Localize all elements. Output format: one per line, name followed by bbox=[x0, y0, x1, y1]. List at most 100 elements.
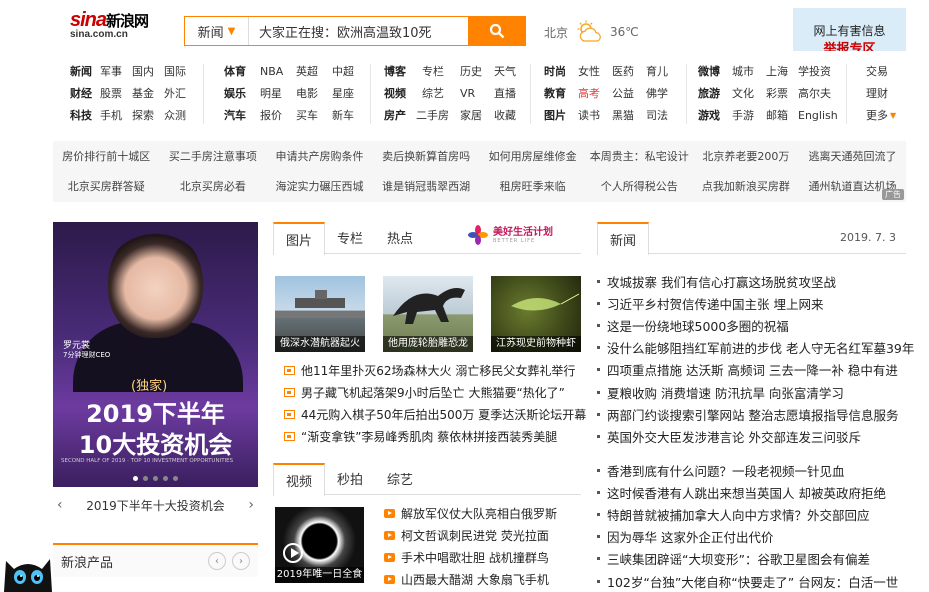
nav-link[interactable]: VR bbox=[460, 87, 494, 100]
nav-link[interactable]: 医药 bbox=[612, 63, 646, 79]
tab-photos[interactable]: 图片 bbox=[273, 221, 326, 255]
nav-link[interactable]: 电影 bbox=[296, 85, 332, 101]
tab-video[interactable]: 视频 bbox=[273, 462, 326, 496]
nav-link[interactable]: English bbox=[798, 109, 838, 122]
nav-link[interactable]: 新闻 bbox=[70, 63, 96, 79]
hot-link[interactable]: 本周贵主：私宅设计 bbox=[586, 148, 693, 164]
nav-link[interactable]: 科技 bbox=[70, 107, 96, 123]
hot-link[interactable]: 逃离天通苑回流了 bbox=[799, 148, 906, 164]
search-button[interactable] bbox=[468, 17, 525, 45]
list-item[interactable]: 香港到底有什么问题？一段老视频一针见血 bbox=[597, 459, 898, 481]
nav-link[interactable]: 基金 bbox=[128, 85, 160, 101]
nav-link[interactable]: 房产 bbox=[384, 107, 416, 123]
nav-link[interactable]: 二手房 bbox=[416, 107, 460, 123]
photo-thumb[interactable]: 江苏现史前物种虾 bbox=[491, 276, 581, 352]
weather-widget[interactable]: 北京 36℃ bbox=[544, 20, 639, 44]
list-item[interactable]: 攻城拔寨 我们有信心打赢这场脱贫攻坚战 bbox=[597, 270, 914, 292]
nav-link[interactable]: 星座 bbox=[332, 85, 362, 101]
list-item[interactable]: 这是一份绕地球5000多圈的祝福 bbox=[597, 314, 914, 336]
nav-link[interactable]: 游戏 bbox=[698, 107, 732, 123]
nav-link[interactable]: 手机 bbox=[96, 107, 128, 123]
list-item[interactable]: 这时候香港有人跳出来想当英国人 却被英政府拒绝 bbox=[597, 481, 898, 503]
hot-link[interactable]: 买二手房注意事项 bbox=[160, 148, 267, 164]
nav-link[interactable]: 交易 bbox=[866, 63, 888, 79]
hot-link[interactable]: 海淀实力碾压西城 bbox=[266, 178, 373, 194]
list-item[interactable]: 因为辱华 这家外企正付出代价 bbox=[597, 526, 898, 548]
nav-link[interactable]: 高考 bbox=[578, 85, 612, 101]
hot-link[interactable]: 申请共产房购条件 bbox=[266, 148, 373, 164]
list-item[interactable]: 手术中唱歌壮胆 战机撞群鸟 bbox=[384, 546, 557, 568]
sina-logo[interactable]: sina新浪网 sina.com.cn bbox=[70, 9, 165, 51]
nav-link[interactable]: 读书 bbox=[578, 107, 612, 123]
tab-variety[interactable]: 综艺 bbox=[375, 463, 425, 495]
nav-link[interactable]: 军事 bbox=[96, 63, 128, 79]
nav-link[interactable]: 外汇 bbox=[160, 85, 190, 101]
nav-link[interactable]: 家居 bbox=[460, 107, 494, 123]
list-item[interactable]: 夏粮收购 消费增速 防汛抗旱 向张富清学习 bbox=[597, 381, 914, 403]
carousel-dot[interactable] bbox=[163, 476, 168, 481]
nav-link[interactable]: 国内 bbox=[128, 63, 160, 79]
nav-link[interactable]: 女性 bbox=[578, 63, 612, 79]
nav-link[interactable]: 邮箱 bbox=[766, 107, 798, 123]
nav-link[interactable]: 收藏 bbox=[494, 107, 524, 123]
nav-link[interactable]: 汽车 bbox=[224, 107, 260, 123]
nav-link[interactable]: 教育 bbox=[544, 85, 578, 101]
chevron-right-icon[interactable]: › bbox=[248, 497, 254, 513]
list-item[interactable]: 他11年里扑灭62场森林大火 溺亡移民父女葬礼举行 bbox=[284, 359, 586, 381]
list-item[interactable]: 四项重点措施 达沃斯 高频词 三去一降一补 稳中有进 bbox=[597, 359, 914, 381]
nav-link[interactable]: 报价 bbox=[260, 107, 296, 123]
nav-link[interactable]: 综艺 bbox=[422, 85, 460, 101]
list-item[interactable]: 两部门约谈搜索引擎网站 整治志愿填报指导信息服务 bbox=[597, 403, 914, 425]
carousel-dot[interactable] bbox=[143, 476, 148, 481]
nav-link[interactable]: 明星 bbox=[260, 85, 296, 101]
nav-link[interactable]: 旅游 bbox=[698, 85, 732, 101]
nav-link[interactable]: 买车 bbox=[296, 107, 332, 123]
hot-link[interactable]: 如何用房屋维修金 bbox=[479, 148, 586, 164]
video-thumb[interactable]: 2019年唯一日全食 bbox=[275, 507, 364, 583]
nav-link[interactable]: 财经 bbox=[70, 85, 96, 101]
list-item[interactable]: 习近平乡村贺信传递中国主张 埋上网来 bbox=[597, 292, 914, 314]
nav-link[interactable]: 博客 bbox=[384, 63, 422, 79]
nav-link[interactable]: 手游 bbox=[732, 107, 766, 123]
list-item[interactable]: 英国外交大臣发涉港言论 外交部连发三问驳斥 bbox=[597, 425, 914, 447]
list-item[interactable]: 没什么能够阻挡红军前进的步伐 老人守无名红军墓39年 bbox=[597, 337, 914, 359]
nav-link[interactable]: 新车 bbox=[332, 107, 362, 123]
list-item[interactable]: 男子藏飞机起落架9小时后坠亡 大熊猫要“热化了” bbox=[284, 381, 586, 403]
carousel-dot[interactable] bbox=[153, 476, 158, 481]
list-item[interactable]: 102岁“台独”大佬自称“快要走了” 台网友：白活一世 bbox=[597, 570, 898, 592]
chevron-left-icon[interactable]: ‹ bbox=[57, 497, 63, 513]
list-item[interactable]: 三峡集团辟谣“大坝变形”：谷歌卫星图会有偏差 bbox=[597, 548, 898, 570]
banner-ad-values[interactable]: 核心价值观公益广告 bbox=[699, 8, 787, 51]
photo-thumb[interactable]: 他用庞轮胎雕恐龙 bbox=[383, 276, 473, 352]
nav-link[interactable]: 图片 bbox=[544, 107, 578, 123]
list-item[interactable]: 山西最大醋湖 大象扇飞手机 bbox=[384, 568, 557, 590]
hot-link[interactable]: 北京买房必看 bbox=[160, 178, 267, 194]
nav-link[interactable]: 娱乐 bbox=[224, 85, 260, 101]
nav-link[interactable]: 体育 bbox=[224, 63, 260, 79]
nav-link[interactable]: 彩票 bbox=[766, 85, 798, 101]
black-cat-mascot-icon[interactable] bbox=[0, 545, 56, 592]
nav-link[interactable]: 黑猫 bbox=[612, 107, 646, 123]
nav-link[interactable]: 英超 bbox=[296, 63, 332, 79]
tab-news[interactable]: 新闻 bbox=[597, 222, 650, 255]
list-item[interactable]: 柯文哲讽刺民进党 荧光拉面 bbox=[384, 524, 557, 546]
nav-link[interactable]: 历史 bbox=[460, 63, 494, 79]
nav-link[interactable]: 佛学 bbox=[646, 85, 676, 101]
hot-link[interactable]: 北京养老要200万 bbox=[693, 148, 800, 164]
nav-link[interactable]: 城市 bbox=[732, 63, 766, 79]
list-item[interactable]: 44元购入棋子50年后拍出500万 夏季达沃斯论坛开幕 bbox=[284, 403, 586, 425]
hot-link[interactable]: 谁是销冠翡翠西湖 bbox=[373, 178, 480, 194]
hot-link[interactable]: 房价排行前十城区 bbox=[53, 148, 160, 164]
hot-link[interactable]: 个人所得税公告 bbox=[586, 178, 693, 194]
nav-link[interactable]: 学投资 bbox=[798, 63, 838, 79]
search-input[interactable] bbox=[249, 17, 468, 45]
nav-link[interactable]: 育儿 bbox=[646, 63, 676, 79]
nav-link[interactable]: 直播 bbox=[494, 85, 524, 101]
more-menu-link[interactable]: 更多 bbox=[866, 107, 888, 123]
tab-miaopai[interactable]: 秒拍 bbox=[325, 463, 375, 495]
tab-hot[interactable]: 热点 bbox=[375, 222, 425, 254]
hero-banner[interactable]: 罗元裳 7分钟理财CEO (独家) 2019下半年 10大投资机会 SECOND… bbox=[53, 222, 258, 487]
nav-link[interactable]: 探索 bbox=[128, 107, 160, 123]
banner-ad-report[interactable]: 网上有害信息 举报专区 bbox=[793, 8, 906, 51]
nav-link[interactable]: 公益 bbox=[612, 85, 646, 101]
